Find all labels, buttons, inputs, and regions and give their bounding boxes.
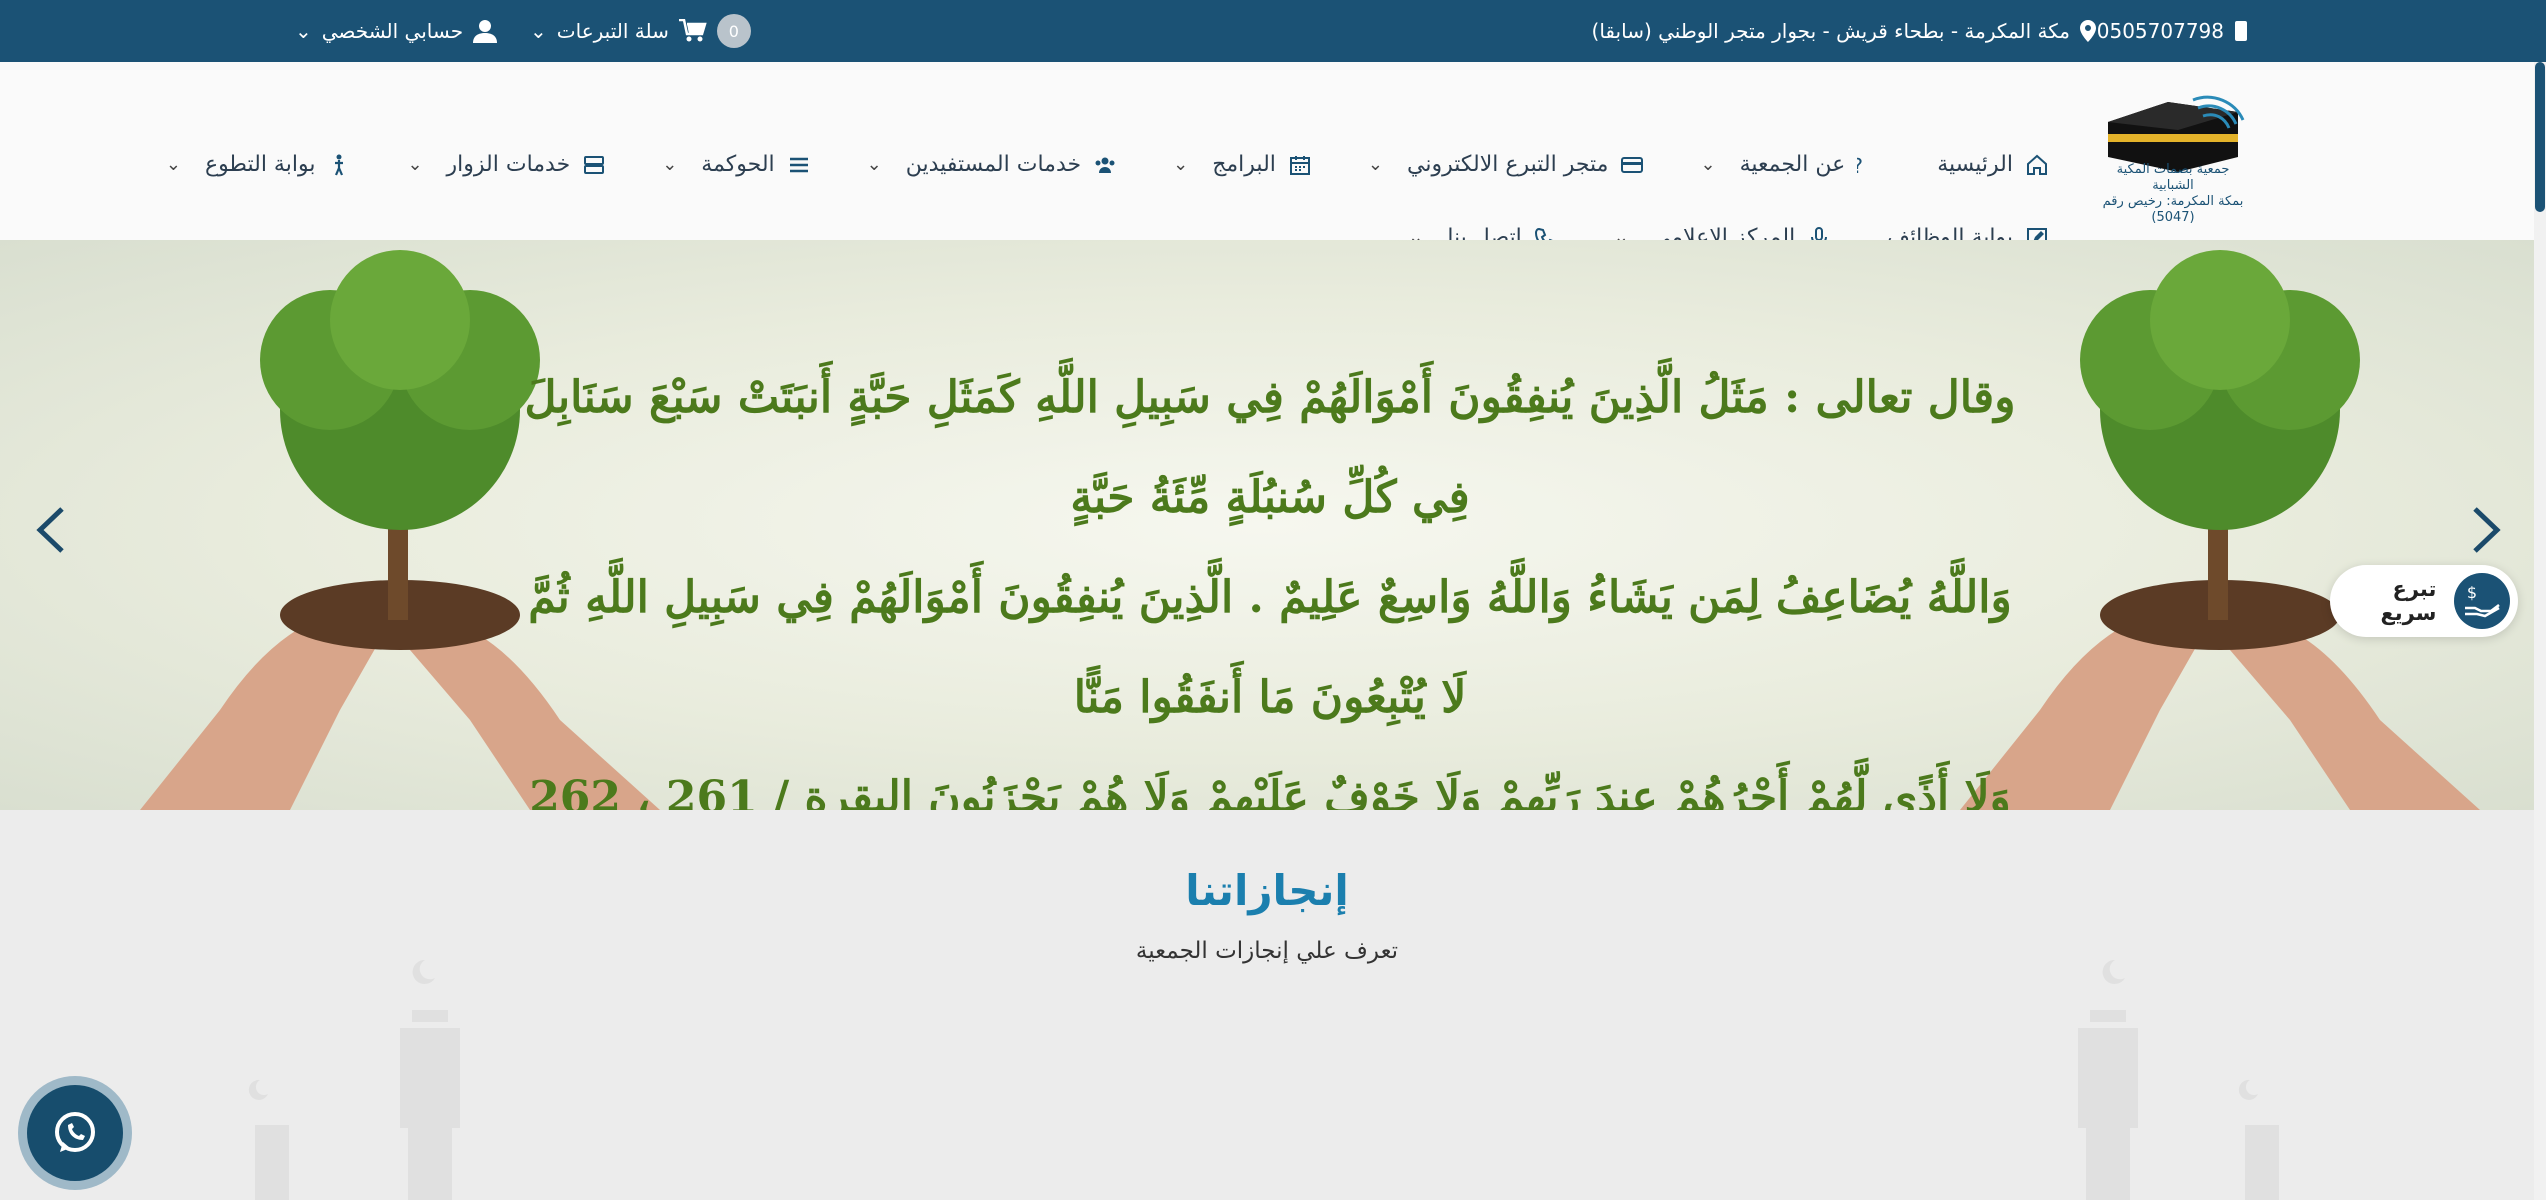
address-info: مكة المكرمة - بطحاء قريش - بجوار متجر ال…: [1592, 0, 2096, 62]
nav-item-visitor-services[interactable]: خدمات الزوار ⌄: [407, 152, 606, 177]
main-nav-row-1: الرئيسية ? عن الجمعية ⌄ متجر التبرع الال…: [166, 152, 2049, 177]
nav-label: خدمات الزوار: [446, 152, 571, 177]
chevron-down-icon: ⌄: [530, 19, 547, 43]
page-scrollbar[interactable]: [2534, 62, 2546, 1200]
nav-label: الرئيسية: [1937, 152, 2013, 177]
list-icon: [789, 157, 808, 172]
nav-label: البرامج: [1212, 152, 1276, 177]
achievements-subtitle: تعرف علي إنجازات الجمعية: [1135, 938, 1399, 964]
address-text: مكة المكرمة - بطحاء قريش - بجوار متجر ال…: [1591, 19, 2070, 43]
hand-coin-icon: $: [2454, 573, 2510, 629]
chevron-down-icon: ⌄: [1367, 154, 1383, 175]
cart-label: سلة التبرعات: [556, 19, 669, 43]
quran-verse: وقال تعالى : مَثَلُ الَّذِينَ يُنفِقُونَ…: [520, 348, 2020, 810]
nav-label: متجر التبرع الالكتروني: [1406, 152, 1609, 177]
chevron-down-icon: ⌄: [165, 154, 181, 175]
verse-line: وَاللَّهُ يُضَاعِفُ لِمَن يَشَاءُ وَاللَ…: [528, 572, 2012, 723]
server-icon: [584, 155, 605, 174]
nav-item-donation-store[interactable]: متجر التبرع الالكتروني ⌄: [1368, 152, 1645, 177]
svg-text:?: ?: [1857, 154, 1863, 177]
nav-item-home[interactable]: الرئيسية: [1937, 152, 2049, 177]
user-icon: [473, 20, 498, 43]
chevron-down-icon: ⌄: [866, 154, 882, 175]
lantern-decoration-right: [2078, 959, 2279, 1200]
whatsapp-button[interactable]: [18, 1076, 132, 1190]
cart-count-badge: 0: [716, 14, 751, 48]
chevron-down-icon: ⌄: [662, 154, 678, 175]
account-label: حسابي الشخصي: [321, 19, 464, 43]
nav-item-governance[interactable]: الحوكمة ⌄: [662, 152, 810, 177]
hero-slider: وقال تعالى : مَثَلُ الَّذِينَ يُنفِقُونَ…: [0, 240, 2534, 810]
cart-icon: [678, 19, 707, 42]
chevron-down-icon: ⌄: [1700, 154, 1716, 175]
svg-text:$: $: [2467, 583, 2477, 602]
site-header: جمعية بصمات المكية الشبابية بمكة المكرمة…: [0, 62, 2534, 250]
logo-caption: جمعية بصمات المكية الشبابية بمكة المكرمة…: [2098, 162, 2248, 226]
chevron-down-icon: ⌄: [407, 154, 423, 175]
phone-number: 0505707798: [2096, 19, 2224, 43]
tree-in-hands-image-right: [1960, 250, 2480, 810]
mobile-icon: [2235, 21, 2247, 41]
nav-item-about[interactable]: ? عن الجمعية ⌄: [1700, 152, 1881, 177]
achievements-title: إنجازاتنا: [1185, 866, 1349, 915]
calendar-icon: [1289, 155, 1310, 175]
nav-label: الحوكمة: [701, 152, 775, 177]
verse-line: وَلَا أَذًى لَّهُمْ أَجْرُهُمْ عِندَ رَب…: [529, 772, 2011, 810]
nav-item-volunteer-portal[interactable]: بوابة التطوع ⌄: [166, 152, 352, 177]
lantern-decoration-left: [248, 959, 460, 1200]
account-menu[interactable]: حسابي الشخصي ⌄: [295, 0, 498, 62]
question-icon: ?: [1857, 154, 1863, 177]
nav-item-programs[interactable]: البرامج ⌄: [1173, 152, 1312, 177]
users-icon: [1095, 157, 1115, 173]
scrollbar-thumb[interactable]: [2535, 62, 2545, 212]
logo-name: جمعية بصمات المكية الشبابية: [2116, 162, 2230, 193]
slider-prev-arrow-icon[interactable]: [32, 505, 72, 555]
nav-label: عن الجمعية: [1739, 152, 1846, 177]
whatsapp-icon: [55, 1112, 95, 1152]
quick-donate-label: تبرع سريع: [2380, 577, 2437, 625]
location-pin-icon: [2080, 20, 2096, 42]
credit-card-icon: [1621, 156, 1644, 173]
chevron-down-icon: ⌄: [295, 19, 312, 43]
slider-next-arrow-icon[interactable]: [2465, 505, 2505, 555]
nav-label: بوابة التطوع: [204, 152, 316, 177]
phone-info[interactable]: 0505707798: [2097, 0, 2248, 62]
nav-label: خدمات المستفيدين: [905, 152, 1082, 177]
top-bar: 0505707798 مكة المكرمة - بطحاء قريش - بج…: [0, 0, 2546, 62]
person-icon: [335, 154, 344, 175]
quick-donate-button[interactable]: $ تبرع سريع: [2330, 565, 2518, 637]
verse-line: وقال تعالى : مَثَلُ الَّذِينَ يُنفِقُونَ…: [524, 372, 2016, 523]
chevron-down-icon: ⌄: [1173, 154, 1189, 175]
logo-license: بمكة المكرمة: رخيص رقم (5047): [2102, 194, 2244, 225]
donation-cart[interactable]: 0 سلة التبرعات ⌄: [530, 0, 751, 62]
nav-item-beneficiary-services[interactable]: خدمات المستفيدين ⌄: [867, 152, 1117, 177]
home-icon: [2027, 154, 2047, 175]
